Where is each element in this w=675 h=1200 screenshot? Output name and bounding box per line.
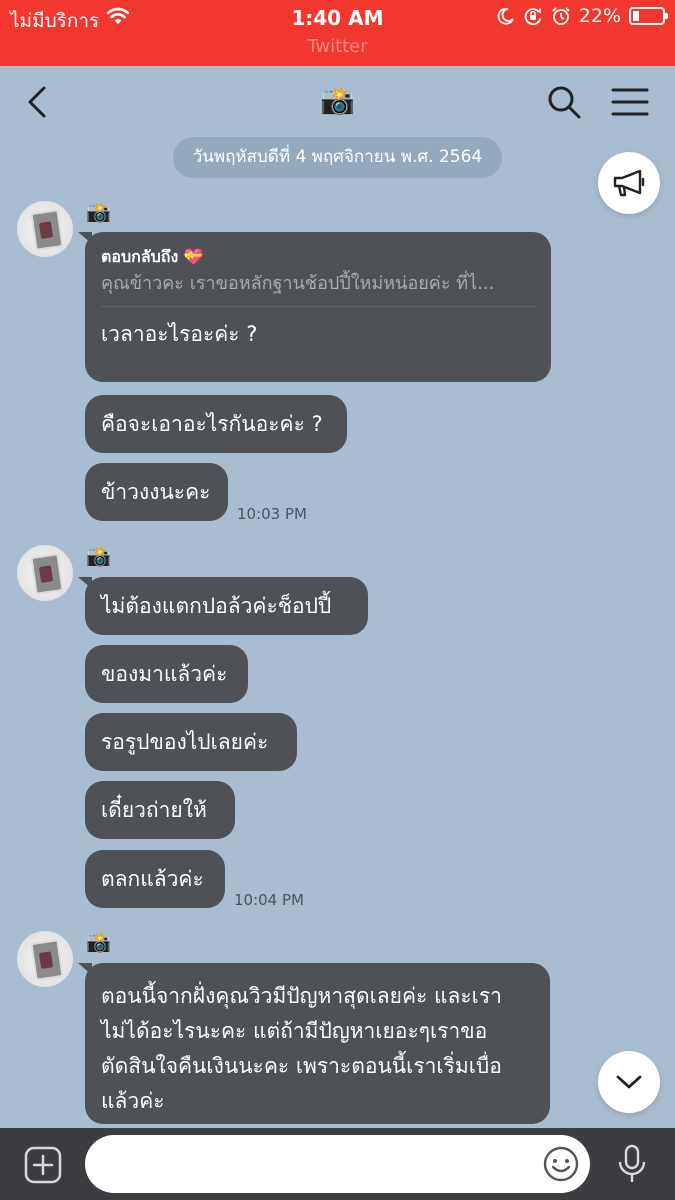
date-divider: วันพฤหัสบดีที่ 4 พฤศจิกายน พ.ศ. 2564 [173, 137, 502, 178]
sender-name: 📸 [86, 200, 111, 224]
alarm-icon [552, 7, 570, 25]
message-text: ของมาแล้วค่ะ [101, 662, 228, 686]
avatar[interactable] [17, 201, 73, 257]
chat-header: 📸 [0, 66, 675, 138]
avatar[interactable] [17, 545, 73, 601]
message-bubble[interactable]: ตอนนี้จากฝั่งคุณวิวมีปัญหาสุดเลยค่ะ และเ… [78, 963, 550, 1124]
menu-icon[interactable] [611, 86, 649, 118]
message-text-line: ตอนนี้จากฝั่งคุณวิวมีปัญหาสุดเลยค่ะ และเ… [101, 984, 502, 1008]
message-bubble[interactable]: ข้าวงงนะคะ [85, 463, 228, 521]
battery-icon [629, 7, 668, 25]
bubble-tail [78, 963, 92, 975]
message-timestamp: 10:04 PM [234, 891, 304, 909]
reply-message-bubble[interactable]: ตอบกลับถึง 💝 คุณข้าวคะ เราขอหลักฐานช้อปป… [78, 232, 551, 382]
message-text-line: ตัดสินใจคืนเงินนะคะ เพราะตอนนี้เราเริ่มเ… [101, 1054, 502, 1078]
avatar[interactable] [17, 931, 73, 987]
status-bar: ไม่มีบริการ 1:40 AM Twitter 22% [0, 0, 675, 66]
sender-name: 📸 [86, 930, 111, 954]
message-bubble[interactable]: เดี๋ยวถ่ายให้ [85, 781, 235, 839]
message-text: ไม่ต้องแตกปอล้วค่ะช็อปปี้ [101, 594, 332, 618]
sender-name: 📸 [86, 544, 111, 568]
chevron-down-icon [616, 1075, 642, 1089]
orientation-lock-icon [524, 8, 542, 26]
message-bubble[interactable]: รอรูปของไปเลยค่ะ [85, 713, 297, 771]
message-bubble[interactable]: ตลกแล้วค่ะ [85, 850, 225, 908]
message-text: รอรูปของไปเลยค่ะ [101, 730, 269, 754]
reply-quote[interactable]: คุณข้าวคะ เราขอหลักฐานช้อปปี้ใหม่หน่อยค่… [101, 270, 535, 298]
moon-icon [497, 7, 514, 25]
reply-label: ตอบกลับถึง 💝 [101, 247, 204, 266]
bubble-tail [78, 577, 92, 589]
emoji-icon[interactable] [542, 1145, 580, 1183]
message-bubble[interactable]: คือจะเอาอะไรกันอะค่ะ ? [85, 395, 347, 453]
message-text: ข้าวงงนะคะ [101, 480, 211, 504]
battery-percent: 22% [578, 5, 621, 27]
message-timestamp: 10:03 PM [237, 505, 307, 523]
search-icon[interactable] [546, 84, 582, 120]
message-text: เดี๋ยวถ่ายให้ [101, 798, 207, 822]
megaphone-icon [613, 169, 645, 197]
message-text-line: แล้วค่ะ [101, 1089, 165, 1113]
message-text: คือจะเอาอะไรกันอะค่ะ ? [101, 412, 323, 436]
bubble-tail [78, 232, 92, 244]
message-text: ตลกแล้วค่ะ [101, 867, 204, 891]
message-input-bar [0, 1128, 675, 1200]
scroll-to-bottom-button[interactable] [598, 1051, 660, 1113]
back-to-app-label[interactable]: Twitter [0, 36, 675, 57]
message-text: เวลาอะไรอะค่ะ ? [101, 322, 258, 346]
plus-icon[interactable] [23, 1145, 63, 1185]
reply-divider [101, 306, 535, 307]
microphone-icon[interactable] [616, 1144, 648, 1184]
announcement-button[interactable] [598, 152, 660, 214]
message-text-line: ไม่ได้อะไรนะคะ แต่ถ้ามีปัญหาเยอะๆเราขอ [101, 1019, 488, 1043]
message-input[interactable] [85, 1135, 590, 1193]
message-bubble[interactable]: ของมาแล้วค่ะ [85, 645, 248, 703]
message-bubble[interactable]: ไม่ต้องแตกปอล้วค่ะช็อปปี้ [78, 577, 368, 635]
